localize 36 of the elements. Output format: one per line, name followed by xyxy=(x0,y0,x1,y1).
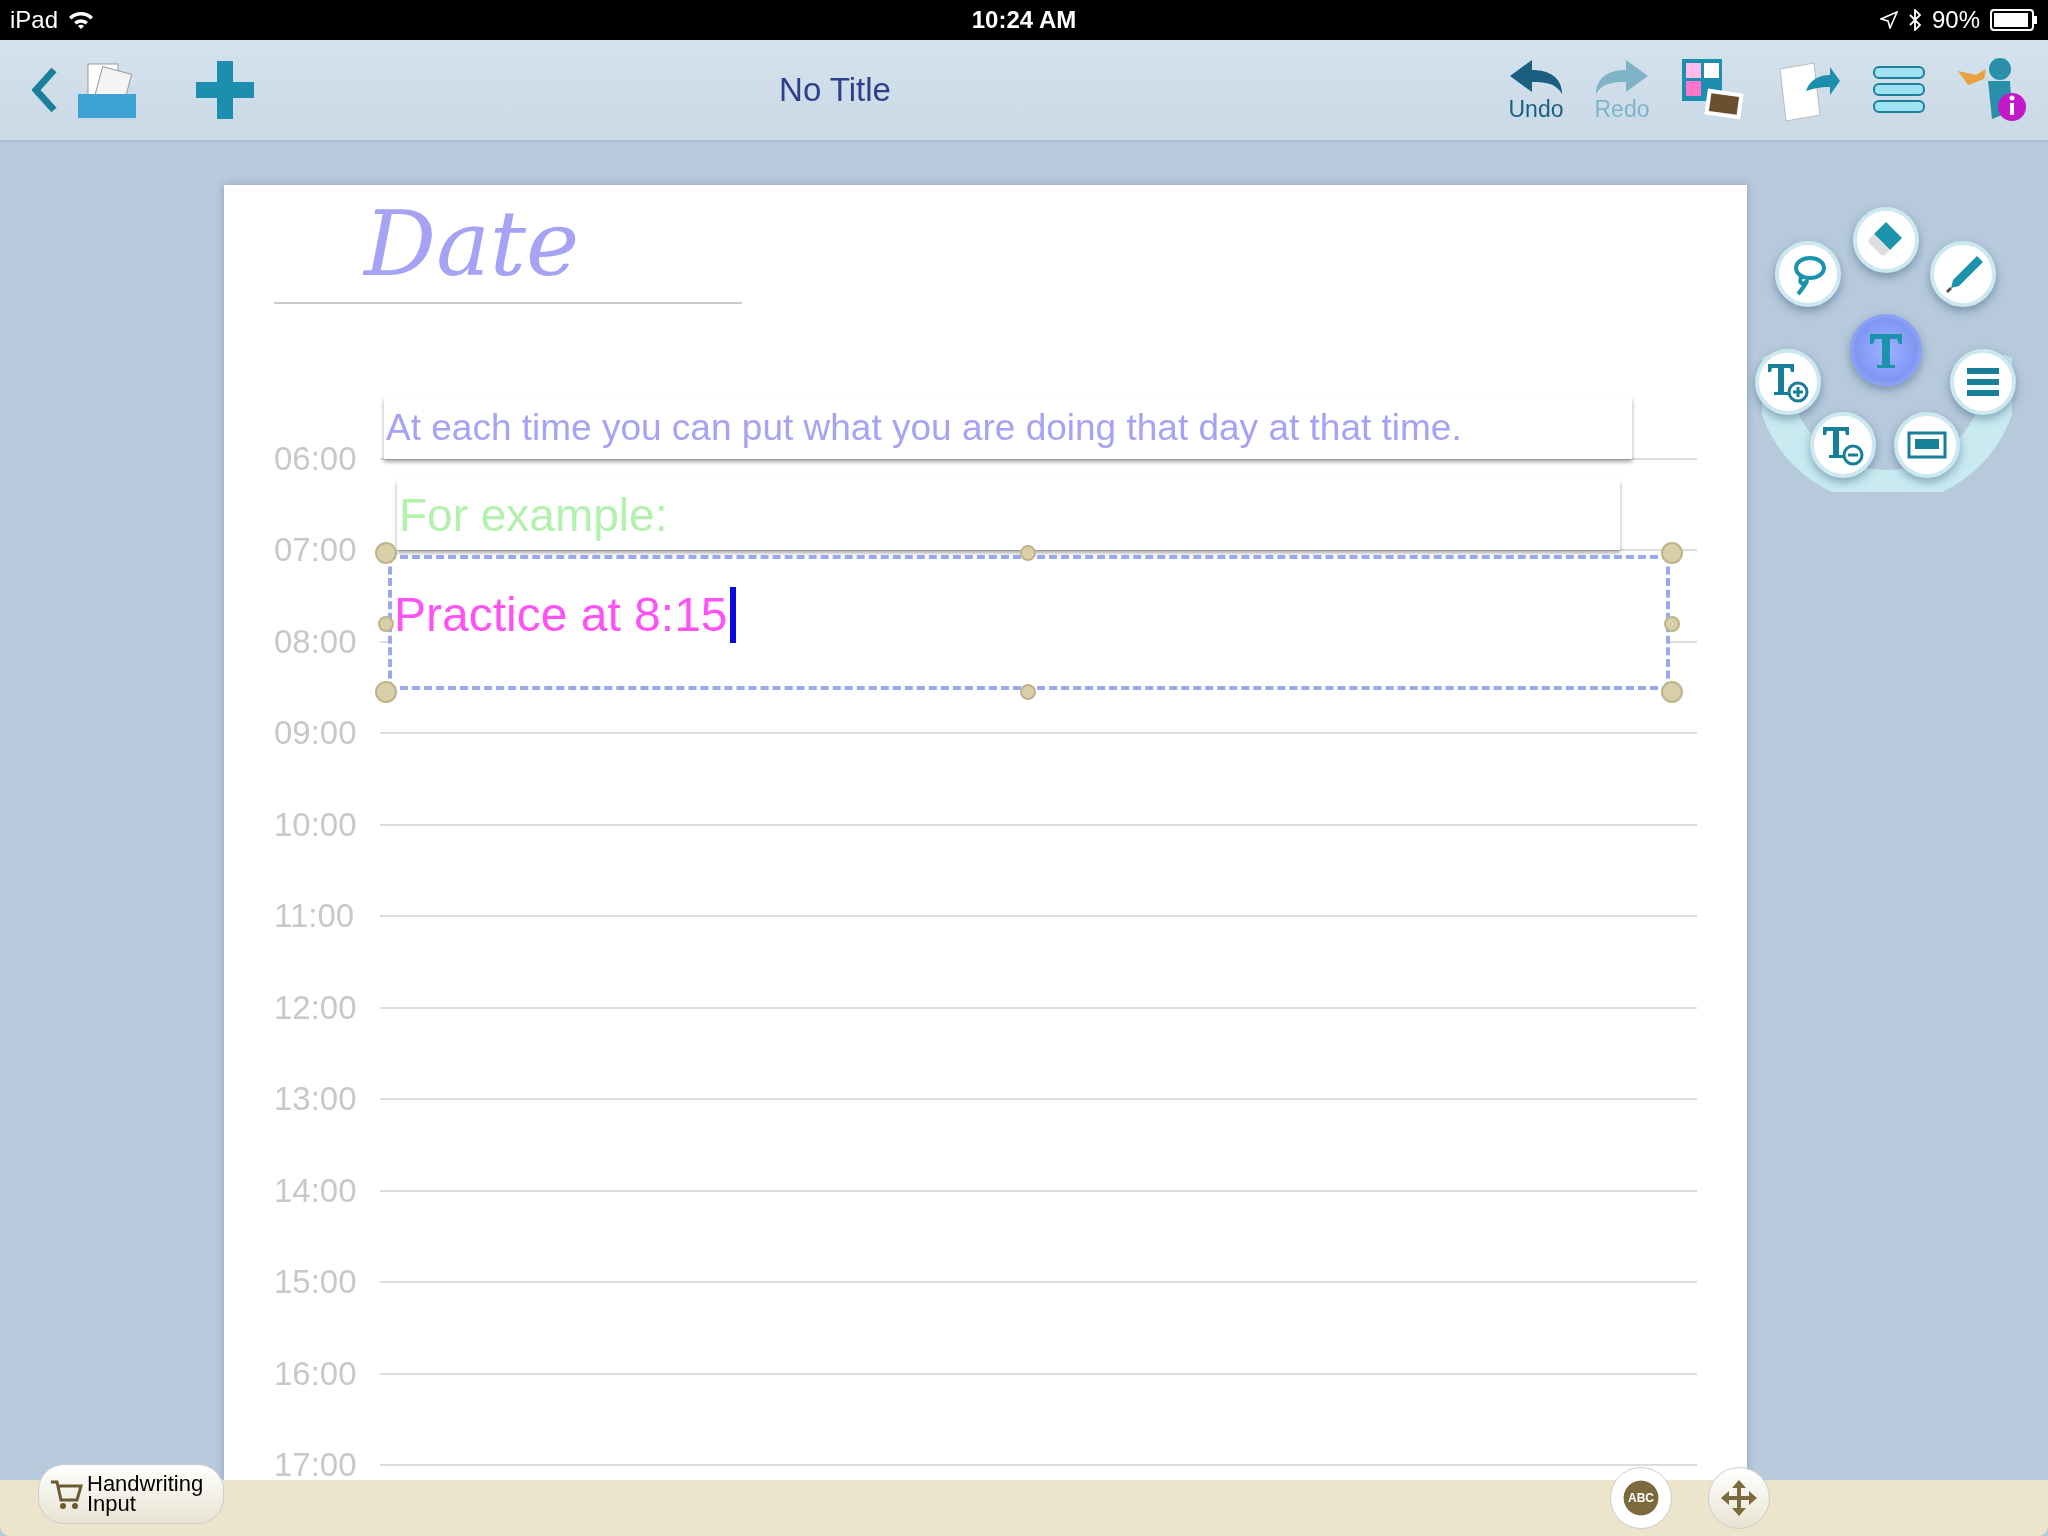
battery-percent: 90% xyxy=(1931,6,1980,34)
resize-handle[interactable] xyxy=(1020,684,1036,700)
text-cursor xyxy=(729,587,736,643)
eraser-tool-button[interactable] xyxy=(1853,207,1919,273)
menu-button[interactable] xyxy=(1950,349,2016,415)
cart-icon xyxy=(49,1478,83,1510)
documents-tray-icon[interactable] xyxy=(76,60,138,120)
text-tool-button[interactable] xyxy=(1850,314,1922,386)
resize-handle[interactable] xyxy=(375,542,397,564)
back-icon[interactable] xyxy=(32,67,58,113)
date-heading: Date xyxy=(361,191,580,296)
keyboard-button[interactable] xyxy=(1894,412,1960,478)
battery-icon xyxy=(1990,9,2038,31)
lasso-tool-button[interactable] xyxy=(1775,241,1841,307)
menu-icon[interactable] xyxy=(1872,65,1926,115)
status-time: 10:24 AM xyxy=(971,6,1077,34)
location-icon xyxy=(1879,11,1898,29)
text-box[interactable]: At each time you can put what you are doing that day at that time. xyxy=(384,397,1632,459)
resize-handle[interactable] xyxy=(378,615,394,632)
document-title: No Title xyxy=(779,71,891,109)
abc-button[interactable]: ABC xyxy=(1610,1467,1672,1529)
device-name: iPad xyxy=(10,6,59,34)
handwriting-input-button[interactable]: Handwriting Input xyxy=(38,1464,224,1524)
resize-handle[interactable] xyxy=(1661,681,1683,703)
text-box[interactable]: Practice at 8:15 xyxy=(388,555,1670,690)
text-add-button[interactable] xyxy=(1755,349,1821,415)
add-icon[interactable] xyxy=(196,61,254,119)
wifi-icon xyxy=(68,10,95,30)
move-arrows-icon xyxy=(1719,1478,1759,1518)
resize-handle[interactable] xyxy=(375,681,397,703)
bluetooth-icon xyxy=(1907,9,1922,31)
pen-tool-button[interactable] xyxy=(1930,241,1996,307)
undo-button[interactable]: Undo xyxy=(1508,57,1564,123)
resize-handle[interactable] xyxy=(1664,615,1680,632)
resize-handle[interactable] xyxy=(1661,542,1683,564)
text-remove-button[interactable] xyxy=(1810,412,1876,478)
